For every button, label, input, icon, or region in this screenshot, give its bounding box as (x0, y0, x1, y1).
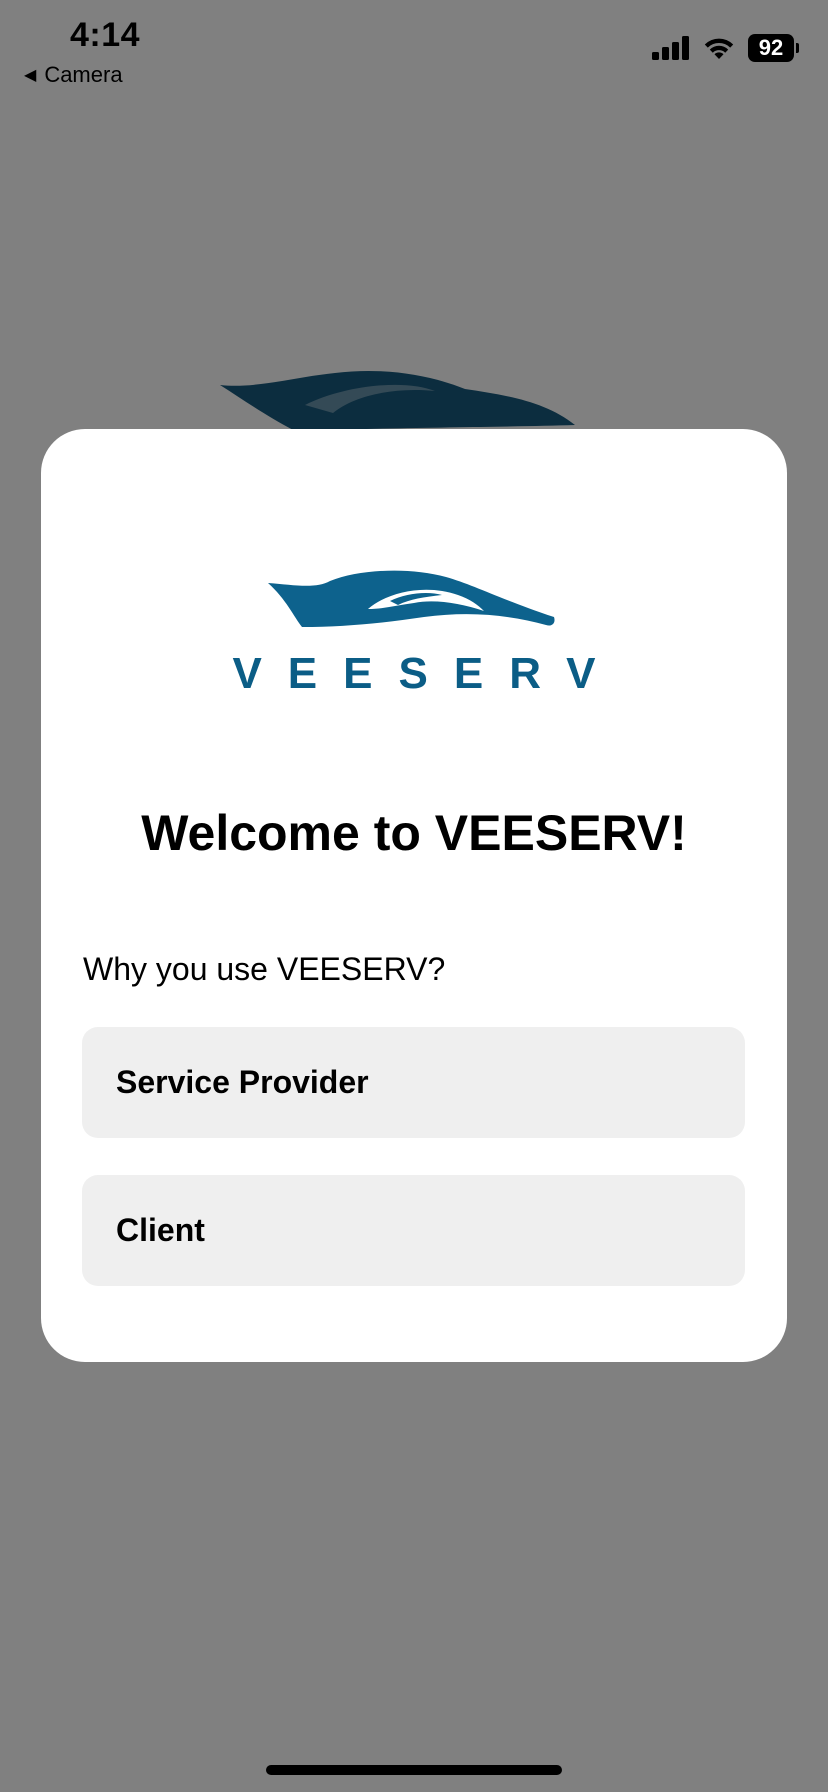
status-bar: 4:14 ◀ Camera 92 (0, 0, 828, 100)
background-car-logo (220, 370, 575, 431)
battery-icon: 92 (748, 34, 799, 62)
status-icons: 92 (652, 34, 799, 62)
veeserv-logo: VEESERV (41, 569, 787, 699)
back-to-camera-link[interactable]: ◀ Camera (24, 62, 123, 88)
car-logo-icon (268, 570, 555, 627)
service-provider-option-button[interactable]: Service Provider (82, 1027, 745, 1138)
client-option-button[interactable]: Client (82, 1175, 745, 1286)
wifi-icon (704, 38, 734, 59)
back-label: Camera (44, 62, 123, 87)
back-triangle-icon: ◀ (24, 67, 37, 84)
brand-wordmark: VEESERV (232, 649, 622, 698)
cellular-signal-icon (652, 36, 689, 60)
question-label: Why you use VEESERV? (83, 951, 446, 987)
welcome-title: Welcome to VEESERV! (141, 805, 687, 861)
status-time: 4:14 (70, 16, 141, 54)
welcome-modal: VEESERV Welcome to VEESERV! Why you use … (41, 429, 787, 1362)
battery-level: 92 (758, 35, 784, 60)
home-indicator[interactable] (266, 1765, 562, 1775)
